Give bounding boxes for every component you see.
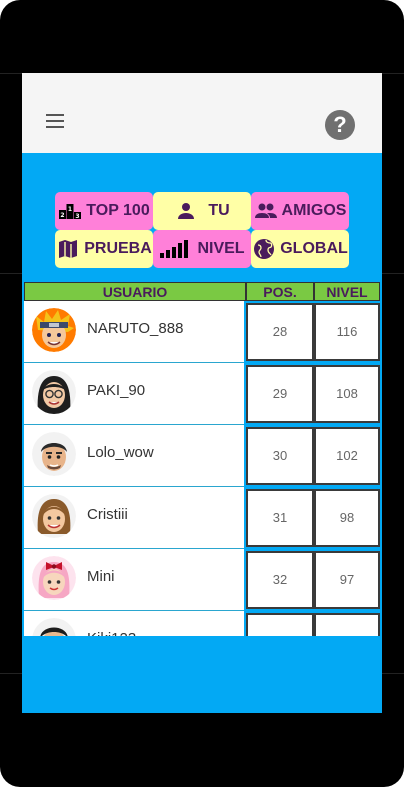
position-cell: 28 bbox=[246, 303, 314, 361]
tu-label: TU bbox=[208, 202, 230, 219]
amigos-label: AMIGOS bbox=[281, 202, 347, 219]
table-row[interactable]: PAKI_90 29 108 bbox=[24, 363, 380, 425]
table-row[interactable]: Lolo_wow 30 102 bbox=[24, 425, 380, 487]
avatar bbox=[32, 494, 76, 538]
person-icon bbox=[178, 203, 195, 219]
app-screen: ? 2 1 3 TOP 100 TU AMIGOS PRUEBA NIVEL G… bbox=[22, 73, 382, 713]
tu-button[interactable]: TU bbox=[153, 192, 251, 230]
level-cell: 97 bbox=[314, 551, 380, 609]
user-cell: NARUTO_888 bbox=[24, 301, 244, 363]
svg-text:3: 3 bbox=[76, 213, 80, 220]
svg-text:1: 1 bbox=[68, 206, 72, 213]
people-icon bbox=[254, 203, 277, 218]
prueba-button[interactable]: PRUEBA bbox=[55, 230, 153, 268]
user-cell: Cristiii bbox=[24, 487, 244, 549]
table-row[interactable]: Mini 32 97 bbox=[24, 549, 380, 611]
table-row[interactable]: Cristiii 31 98 bbox=[24, 487, 380, 549]
avatar bbox=[32, 556, 76, 600]
app-bar: ? bbox=[22, 73, 382, 153]
username: Lolo_wow bbox=[87, 444, 154, 461]
top100-label: TOP 100 bbox=[86, 202, 150, 219]
prueba-label: PRUEBA bbox=[84, 240, 152, 257]
username: Mini bbox=[87, 568, 115, 585]
nivel-button[interactable]: NIVEL bbox=[153, 230, 251, 268]
user-cell: Mini bbox=[24, 549, 244, 611]
column-header-nivel: NIVEL bbox=[313, 283, 379, 300]
global-button[interactable]: GLOBAL bbox=[251, 230, 349, 268]
svg-text:2: 2 bbox=[61, 212, 65, 219]
table-header: USUARIO POS. NIVEL bbox=[24, 282, 380, 301]
level-cell: 102 bbox=[314, 427, 380, 485]
hamburger-menu-icon[interactable] bbox=[44, 111, 68, 131]
globe-icon bbox=[254, 239, 275, 259]
user-cell: Lolo_wow bbox=[24, 425, 244, 487]
column-header-pos: POS. bbox=[245, 283, 313, 300]
table-row[interactable]: NARUTO_888 28 116 bbox=[24, 301, 380, 363]
nivel-label: NIVEL bbox=[197, 240, 245, 257]
help-icon[interactable]: ? bbox=[325, 110, 355, 140]
username: NARUTO_888 bbox=[87, 320, 184, 337]
map-icon bbox=[59, 240, 78, 258]
podium-icon: 2 1 3 bbox=[59, 204, 82, 220]
user-cell: PAKI_90 bbox=[24, 363, 244, 425]
level-cell: 98 bbox=[314, 489, 380, 547]
level-cell: 108 bbox=[314, 365, 380, 423]
avatar bbox=[32, 308, 76, 352]
position-cell: 29 bbox=[246, 365, 314, 423]
amigos-button[interactable]: AMIGOS bbox=[251, 192, 349, 230]
level-cell: 116 bbox=[314, 303, 380, 361]
avatar bbox=[32, 370, 76, 414]
phone-frame: ? 2 1 3 TOP 100 TU AMIGOS PRUEBA NIVEL G… bbox=[0, 0, 404, 787]
bottom-banner-area bbox=[22, 636, 382, 713]
column-header-usuario: USUARIO bbox=[102, 284, 168, 300]
position-cell: 31 bbox=[246, 489, 314, 547]
avatar bbox=[32, 432, 76, 476]
username: Cristiii bbox=[87, 506, 128, 523]
position-cell: 32 bbox=[246, 551, 314, 609]
global-label: GLOBAL bbox=[280, 240, 348, 257]
position-cell: 30 bbox=[246, 427, 314, 485]
username: PAKI_90 bbox=[87, 382, 146, 399]
signal-bars-icon bbox=[160, 240, 189, 258]
top100-button[interactable]: 2 1 3 TOP 100 bbox=[55, 192, 153, 230]
